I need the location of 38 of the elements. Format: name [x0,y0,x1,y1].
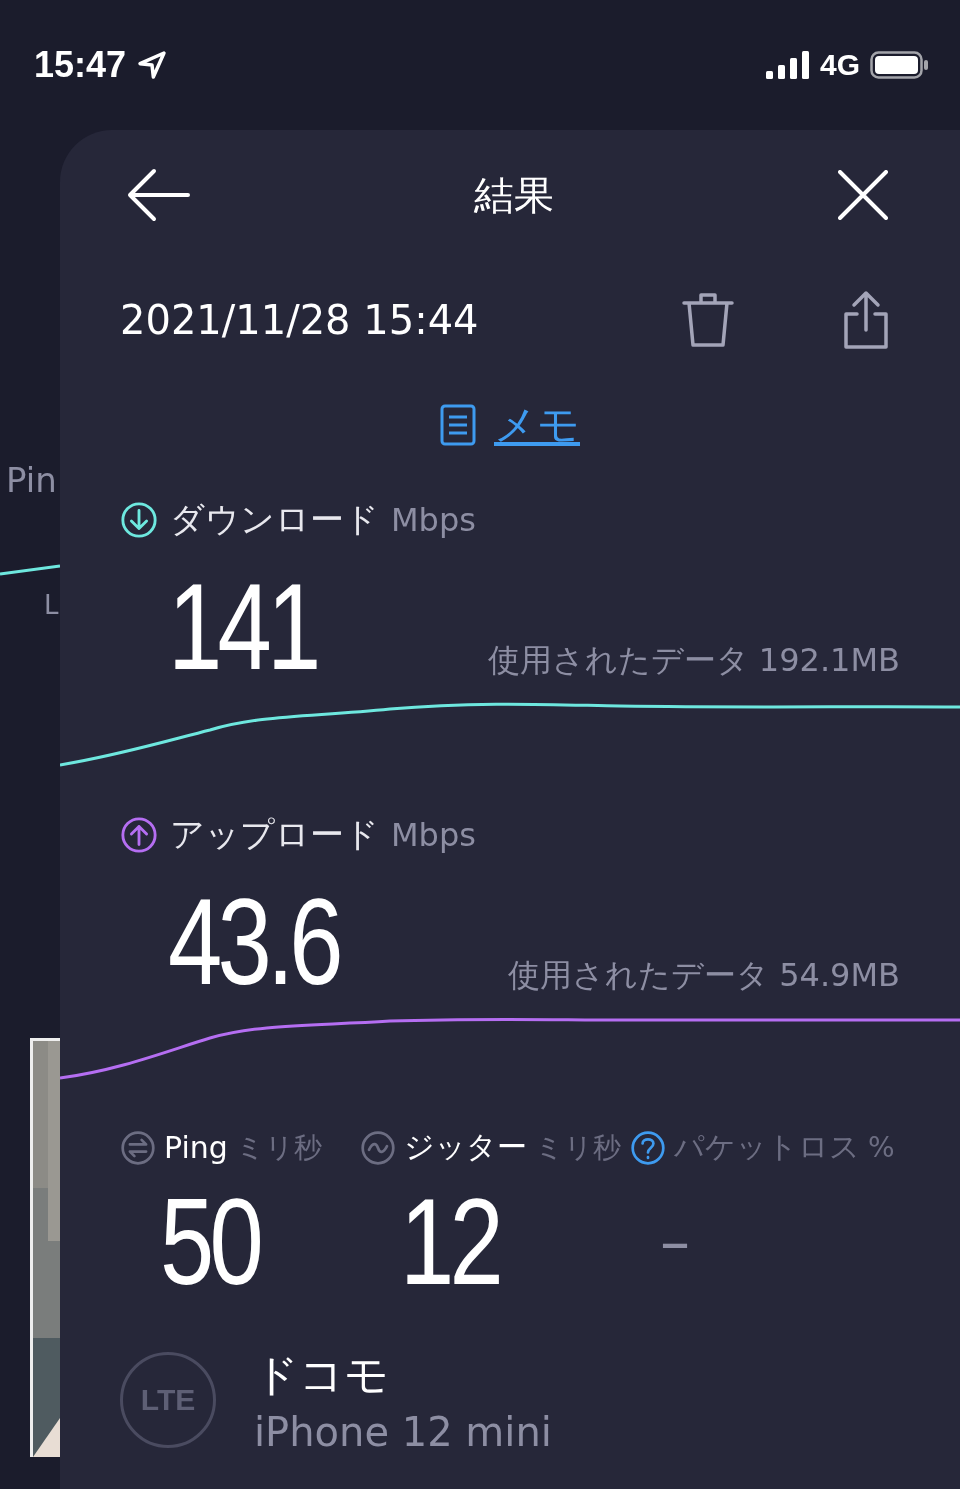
metric-label: アップロード [170,813,379,856]
help-icon [630,1129,666,1166]
stat-value: – [659,1206,691,1279]
stat-unit: ミリ秒 [235,1129,322,1166]
share-button[interactable] [842,290,890,350]
stat-unit: ミリ秒 [535,1129,621,1166]
location-arrow-icon [136,49,169,81]
test-date: 2021/11/28 15:44 [120,297,480,343]
stat-value: 50 [159,1185,261,1300]
battery-icon [870,51,930,79]
stat-unit: % [868,1131,895,1164]
network-badge: LTE [120,1352,216,1448]
stat-label: Ping [164,1130,228,1165]
document-icon [440,404,476,446]
signal-icon [765,51,810,79]
stat-label: パケットロス [674,1128,860,1166]
close-button[interactable] [838,170,888,220]
metric-label: ダウンロード [170,498,379,541]
stat-label: ジッター [404,1128,527,1166]
background-label: Pin [6,460,58,500]
back-button[interactable] [126,167,190,223]
memo-link[interactable]: メモ [440,397,580,453]
device-name: iPhone 12 mini [254,1408,552,1455]
jitter-icon [360,1129,396,1166]
metric-value: 43.6 [168,885,339,1000]
metric-unit: Mbps [391,501,476,539]
stat-value: 12 [399,1185,500,1300]
status-time: 15:47 [34,44,127,86]
metric-value: 141 [168,570,317,685]
delete-button[interactable] [682,291,734,349]
network-type: 4G [819,48,860,82]
screen-title: 結果 [474,170,554,220]
data-used: 使用されたデータ 54.9MB [508,955,900,996]
carrier-name: ドコモ [254,1347,390,1402]
metric-unit: Mbps [391,816,476,854]
background-label: L [44,590,59,620]
ping-icon [120,1129,156,1166]
data-used: 使用されたデータ 192.1MB [487,640,900,681]
